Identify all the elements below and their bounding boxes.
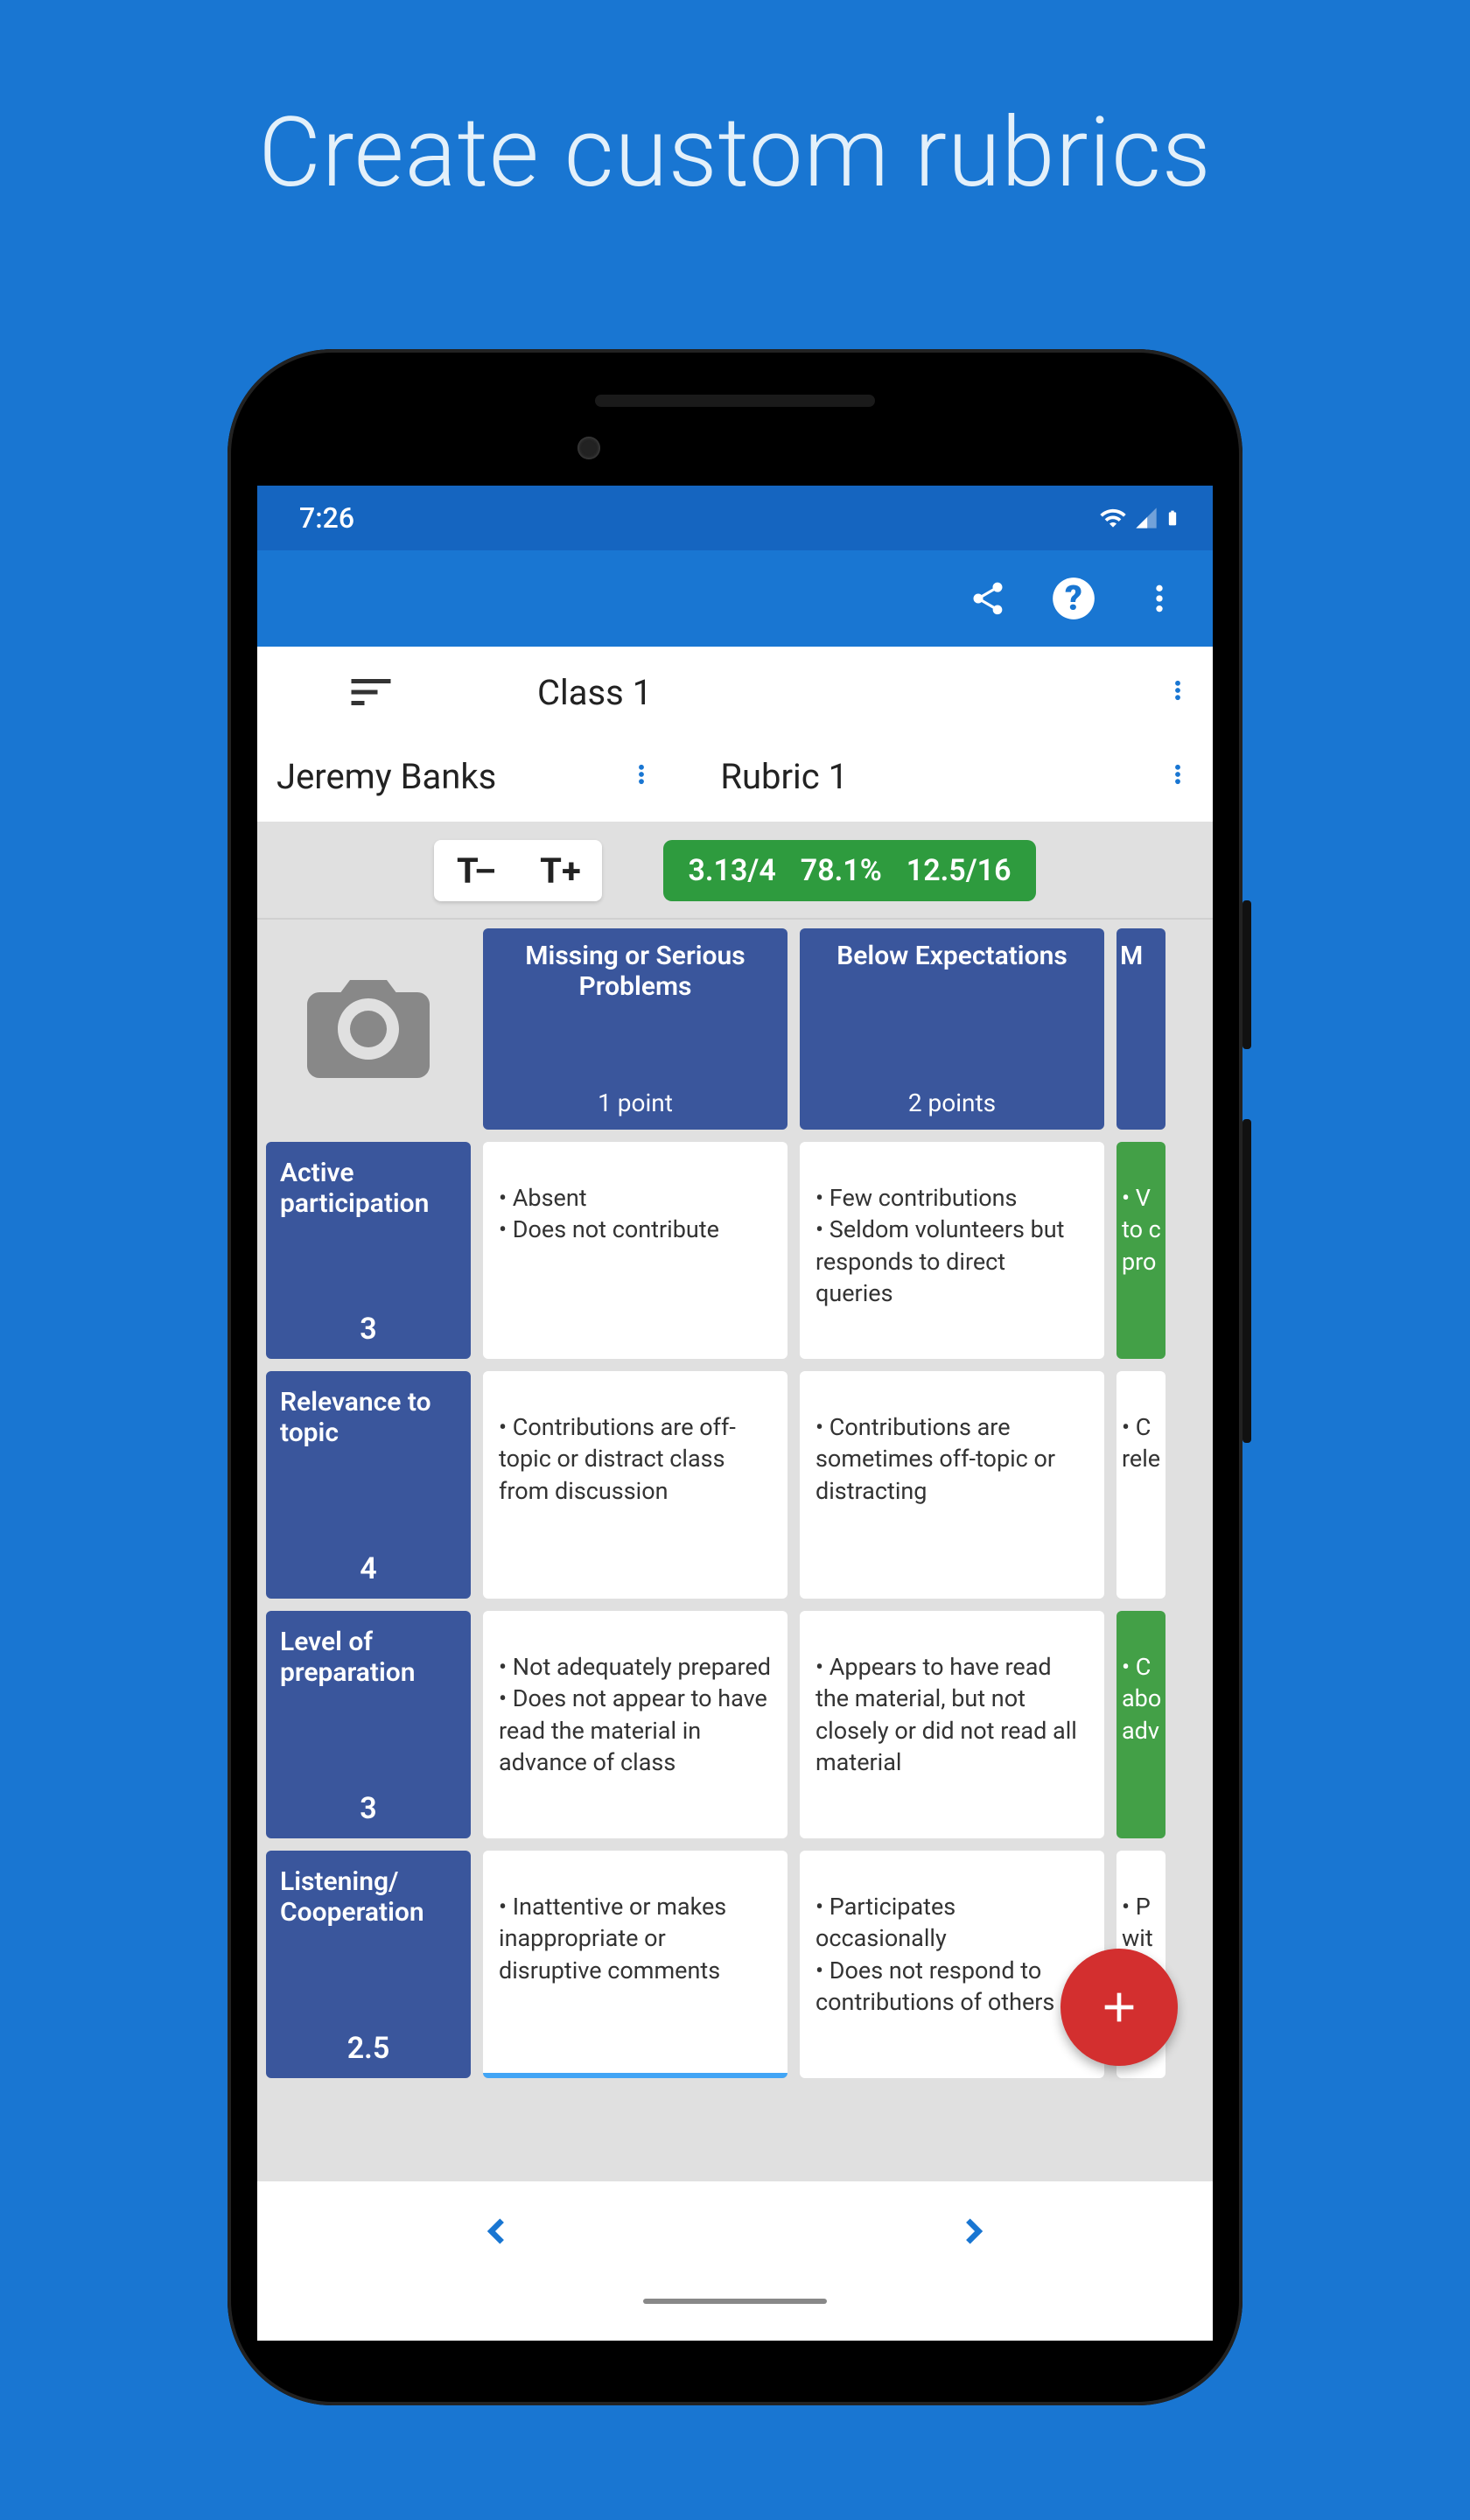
criterion-score: 4 — [360, 1551, 376, 1586]
row-header[interactable]: Active participation 3 — [266, 1142, 471, 1359]
phone-frame: 7:26 ? Class 1 — [228, 349, 1242, 2405]
rubric-cell[interactable]: • Absent • Does not contribute — [483, 1142, 788, 1359]
phone-side-button-top — [1242, 900, 1251, 1049]
row-header[interactable]: Listening/ Cooperation 2.5 — [266, 1851, 471, 2078]
criterion-score: 3 — [360, 1791, 376, 1826]
criterion-score: 2.5 — [347, 2031, 390, 2066]
app-bar: ? — [257, 550, 1213, 647]
row-header[interactable]: Relevance to topic 4 — [266, 1371, 471, 1599]
column-title: Below Expectations — [836, 941, 1068, 971]
add-fab[interactable] — [1060, 1949, 1178, 2066]
cellular-icon — [1134, 504, 1158, 532]
help-button[interactable]: ? — [1043, 568, 1104, 629]
text-size-minus[interactable]: T– — [434, 850, 518, 892]
app-screen: 7:26 ? Class 1 — [257, 486, 1213, 2341]
phone-side-button-bottom — [1242, 1119, 1251, 1443]
score-summary-row: T– T+ 3.13/4 78.1% 12.5/16 — [257, 823, 1213, 920]
rubric-cell[interactable]: • C rele — [1116, 1371, 1166, 1599]
score-total: 12.5/16 — [906, 853, 1012, 888]
nav-handle[interactable] — [643, 2299, 827, 2304]
selector-bar: Class 1 Jeremy Banks Rubric 1 — [257, 647, 1213, 823]
column-header[interactable]: Missing or Serious Problems 1 point — [483, 928, 788, 1130]
status-icons — [1097, 504, 1181, 532]
rubric-cell[interactable]: • C abo adv — [1116, 1611, 1166, 1838]
rubric-cell[interactable]: • Few contributions • Seldom volunteers … — [800, 1142, 1104, 1359]
text-size-toggle: T– T+ — [434, 840, 602, 901]
criterion-score: 3 — [360, 1312, 376, 1347]
rubric-cell[interactable]: • Contributions are off-topic or distrac… — [483, 1371, 788, 1599]
more-button[interactable] — [1129, 568, 1190, 629]
student-selector[interactable]: Jeremy Banks — [257, 756, 496, 797]
sort-icon — [345, 666, 397, 718]
wifi-icon — [1097, 504, 1129, 532]
student-more-button[interactable] — [606, 762, 676, 790]
status-bar: 7:26 — [257, 486, 1213, 550]
column-title: Missing or Serious Problems — [494, 941, 777, 1002]
row-header[interactable]: Level of preparation 3 — [266, 1611, 471, 1838]
system-nav-bar — [257, 2293, 1213, 2341]
status-time: 7:26 — [299, 501, 354, 535]
phone-camera — [578, 437, 600, 459]
column-header[interactable]: Below Expectations 2 points — [800, 928, 1104, 1130]
sort-button[interactable] — [257, 666, 485, 718]
score-avg: 3.13/4 — [688, 853, 775, 888]
rubric-cell[interactable]: • Inattentive or makes inappropriate or … — [483, 1851, 788, 2078]
rubric-cell[interactable]: • Participates occasionally • Does not r… — [800, 1851, 1104, 2078]
column-header[interactable]: M — [1116, 928, 1166, 1130]
rubric-more-button[interactable] — [1143, 762, 1213, 790]
help-icon: ? — [1051, 576, 1096, 621]
more-vert-icon — [1166, 762, 1190, 787]
chevron-left-icon — [473, 2208, 519, 2254]
criterion-title: Listening/ Cooperation — [280, 1866, 457, 1928]
score-percent: 78.1% — [801, 853, 882, 888]
camera-button[interactable] — [266, 928, 471, 1130]
share-button[interactable] — [957, 568, 1018, 629]
rubric-grid[interactable]: Missing or Serious Problems 1 point Below … — [257, 920, 1213, 2180]
class-more-button[interactable] — [1143, 678, 1213, 706]
score-pill[interactable]: 3.13/4 78.1% 12.5/16 — [663, 840, 1035, 901]
criterion-title: Relevance to topic — [280, 1387, 457, 1448]
rubric-selector[interactable]: Rubric 1 — [720, 756, 848, 797]
svg-text:?: ? — [1065, 578, 1082, 619]
text-size-plus[interactable]: T+ — [518, 850, 602, 892]
criterion-title: Level of preparation — [280, 1627, 457, 1688]
battery-icon — [1164, 504, 1181, 532]
more-vert-icon — [629, 762, 654, 787]
rubric-cell[interactable]: • V to c pro — [1116, 1142, 1166, 1359]
prev-button[interactable] — [421, 2191, 571, 2284]
pagination-bar — [257, 2180, 1213, 2293]
rubric-cell[interactable]: • Appears to have read the material, but… — [800, 1611, 1104, 1838]
promo-title: Create custom rubrics — [258, 96, 1211, 209]
next-button[interactable] — [899, 2191, 1049, 2284]
more-vert-icon — [1142, 581, 1177, 616]
rubric-cell[interactable]: • Contributions are sometimes off-topic … — [800, 1371, 1104, 1599]
column-points: 2 points — [908, 1088, 996, 1117]
rubric-cell[interactable]: • Not adequately prepared • Does not app… — [483, 1611, 788, 1838]
share-icon — [969, 579, 1007, 618]
column-title: M — [1120, 941, 1143, 971]
chevron-right-icon — [951, 2208, 997, 2254]
class-selector[interactable]: Class 1 — [485, 672, 1143, 713]
camera-icon — [290, 968, 447, 1090]
criterion-title: Active participation — [280, 1158, 457, 1219]
more-vert-icon — [1166, 678, 1190, 703]
phone-speaker — [595, 395, 875, 407]
column-points: 1 point — [598, 1088, 673, 1117]
plus-icon — [1095, 1983, 1144, 2032]
